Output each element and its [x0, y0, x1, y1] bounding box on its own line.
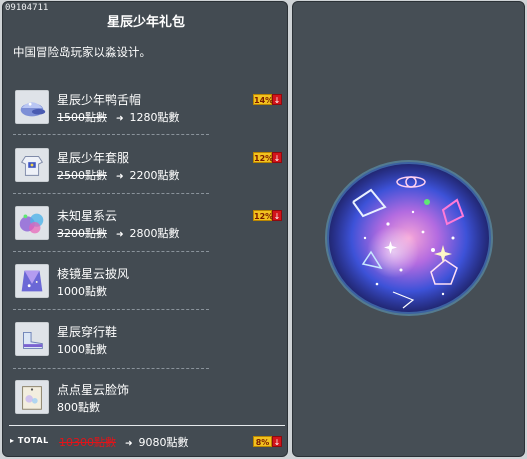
new-price: 2800點數: [129, 227, 180, 240]
star-cap-icon: [15, 90, 49, 124]
item-name: 星辰少年鸭舌帽: [57, 93, 142, 107]
discount-badge: 8% ↓: [253, 436, 283, 447]
down-arrow-icon: ↓: [272, 210, 282, 221]
old-price: 3200點數: [57, 227, 107, 240]
down-arrow-icon: ↓: [272, 436, 282, 447]
total-price: 10300點數 ➜ 9080點數: [59, 434, 189, 450]
old-price: 10300點數: [59, 436, 116, 449]
discount-badge: 12% ↓: [253, 210, 282, 221]
divider: [13, 251, 209, 252]
list-item[interactable]: 点点星云脸饰 800點數: [13, 378, 209, 418]
item-preview-panel: [292, 1, 525, 457]
item-price: 3200點數 ➜ 2800點數: [57, 225, 180, 241]
item-price: 2500點數 ➜ 2200點數: [57, 167, 180, 183]
galaxy-cloud-icon: [15, 206, 49, 240]
list-item[interactable]: 棱镜星云披风 1000點數: [13, 262, 209, 302]
item-price: 1500點數 ➜ 1280點數: [57, 109, 180, 125]
discount-badge: 12% ↓: [253, 152, 282, 163]
divider: [9, 425, 285, 426]
nebula-face-icon: [15, 380, 49, 414]
total-label: ▸ TOTAL: [10, 436, 49, 445]
galaxy-orb-icon: [325, 160, 493, 316]
new-price: 2200點數: [129, 169, 180, 182]
item-name: 未知星系云: [57, 209, 118, 223]
arrow-right-icon: ➜: [116, 172, 124, 182]
arrow-right-icon: ➜: [116, 114, 124, 124]
divider: [13, 134, 209, 135]
down-arrow-icon: ↓: [272, 152, 282, 163]
new-price: 1280點數: [129, 111, 180, 124]
list-item[interactable]: 星辰少年鸭舌帽 1500點數 ➜ 1280點數: [13, 88, 209, 128]
discount-badge: 14% ↓: [253, 94, 282, 105]
list-item[interactable]: 未知星系云 3200點數 ➜ 2800點數: [13, 204, 209, 244]
item-name: 点点星云脸饰: [57, 383, 130, 397]
old-price: 1500點數: [57, 111, 107, 124]
new-price: 9080點數: [138, 436, 189, 449]
list-item[interactable]: 星辰穿行鞋 1000點數: [13, 320, 209, 360]
divider: [13, 193, 209, 194]
old-price: 2500點數: [57, 169, 107, 182]
nebula-cape-icon: [15, 264, 49, 298]
divider: [13, 309, 209, 310]
item-price: 1000點數: [57, 285, 107, 298]
item-name: 棱镜星云披风: [57, 267, 130, 281]
arrow-right-icon: ➜: [125, 439, 133, 449]
item-price: 800點數: [57, 401, 100, 414]
item-name: 星辰穿行鞋: [57, 325, 118, 339]
list-item[interactable]: 星辰少年套服 2500點數 ➜ 2200點數: [13, 146, 209, 186]
down-arrow-icon: ↓: [272, 94, 282, 105]
item-price: 1000點數: [57, 343, 107, 356]
item-name: 星辰少年套服: [57, 151, 130, 165]
star-shoes-icon: [15, 322, 49, 356]
star-outfit-icon: [15, 148, 49, 182]
divider: [13, 368, 209, 369]
package-title: 星辰少年礼包: [106, 15, 185, 30]
arrow-right-icon: ➜: [116, 230, 124, 240]
package-contents-panel: 09104711 星辰少年礼包 中国冒险岛玩家以淼设计。 星辰少年鸭舌帽 150…: [2, 1, 288, 457]
package-description: 中国冒险岛玩家以淼设计。: [13, 45, 151, 59]
